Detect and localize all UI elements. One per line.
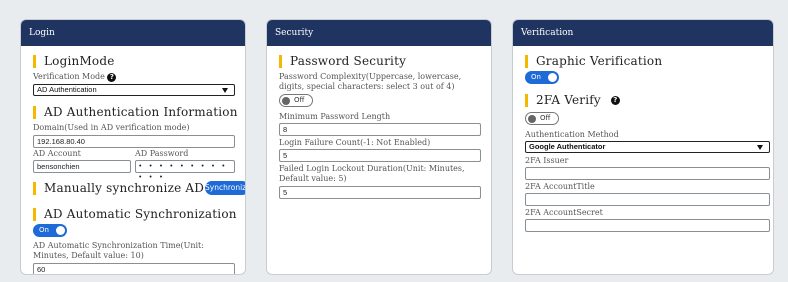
toggle-knob [548, 73, 557, 82]
verification-panel-header: Verification [513, 20, 773, 46]
synchronize-button[interactable]: Synchronize [205, 181, 245, 195]
failure-count-input[interactable]: 5 [279, 149, 481, 162]
chevron-down-icon [222, 88, 228, 93]
verification-mode-select[interactable]: AD Authentication [33, 84, 235, 96]
help-icon[interactable]: ? [107, 72, 117, 82]
security-panel-body: Password Security Password Complexity(Up… [267, 46, 491, 274]
toggle-knob [528, 114, 536, 123]
twofa-title: 2FA Verify ? [525, 94, 620, 107]
min-length-label: Minimum Password Length [279, 112, 391, 121]
issuer-label: 2FA Issuer [525, 156, 569, 165]
toggle-knob [56, 226, 65, 235]
login-panel-header: Login [21, 20, 245, 46]
lockout-label: Failed Login Lockout Duration(Unit: Minu… [279, 164, 465, 183]
help-icon[interactable]: ? [610, 96, 620, 105]
ad-account-input[interactable]: bensonchien [33, 160, 131, 173]
complexity-toggle-label: Off [294, 96, 305, 104]
account-title-label: 2FA AccountTitle [525, 182, 595, 191]
twofa-toggle[interactable]: Off [525, 112, 559, 125]
chevron-down-icon [757, 145, 763, 150]
ad-password-input[interactable]: • • • • • • • • • • • • [135, 160, 235, 181]
domain-input[interactable]: 192.168.80.40 [33, 135, 235, 148]
auto-sync-toggle-label: On [39, 226, 49, 234]
auto-sync-title: AD Automatic Synchronization [33, 208, 237, 221]
verification-panel-body: Graphic Verification On 2FA Verify ? Off… [513, 46, 773, 274]
complexity-label: Password Complexity(Uppercase, lowercase… [279, 72, 462, 91]
account-title-input[interactable] [525, 193, 770, 206]
toggle-knob [282, 96, 290, 105]
verification-mode-label-text: Verification Mode [33, 72, 105, 81]
verification-mode-value: AD Authentication [37, 85, 97, 94]
failure-count-label: Login Failure Count(-1: Not Enabled) [279, 138, 431, 147]
login-mode-title: LoginMode [33, 55, 115, 68]
graphic-verification-toggle[interactable]: On [525, 71, 559, 84]
complexity-toggle[interactable]: Off [279, 94, 313, 107]
twofa-title-text: 2FA Verify [536, 93, 601, 107]
auth-method-value: Google Authenticator [529, 142, 606, 151]
auto-sync-time-input[interactable]: 60 [33, 263, 235, 274]
domain-label: Domain(Used in AD verification mode) [33, 123, 190, 132]
twofa-toggle-label: Off [540, 114, 551, 122]
issuer-input[interactable] [525, 167, 770, 180]
min-length-input[interactable]: 8 [279, 123, 481, 136]
auto-sync-toggle[interactable]: On [33, 224, 67, 237]
login-panel: Login LoginMode Verification Mode ? AD A… [20, 19, 246, 275]
password-security-title: Password Security [279, 55, 406, 68]
account-secret-label: 2FA AccountSecret [525, 208, 603, 217]
graphic-toggle-label: On [531, 73, 541, 81]
auth-method-label: Authentication Method [525, 130, 619, 139]
manual-sync-title: Manually synchronize AD [33, 182, 204, 195]
login-panel-body: LoginMode Verification Mode ? AD Authent… [21, 46, 245, 274]
verification-panel: Verification Graphic Verification On 2FA… [512, 19, 774, 275]
ad-account-label: AD Account [33, 149, 81, 158]
lockout-input[interactable]: 5 [279, 186, 481, 199]
graphic-verification-title: Graphic Verification [525, 55, 662, 68]
verification-mode-label: Verification Mode ? [33, 72, 117, 82]
auth-method-select[interactable]: Google Authenticator [525, 141, 770, 153]
security-panel-header: Security [267, 20, 491, 46]
account-secret-input[interactable] [525, 219, 770, 232]
auto-sync-time-label: AD Automatic Synchronization Time(Unit: … [33, 241, 204, 260]
ad-password-label: AD Password [135, 149, 189, 158]
security-panel: Security Password Security Password Comp… [266, 19, 492, 275]
ad-auth-title: AD Authentication Information [33, 106, 238, 119]
